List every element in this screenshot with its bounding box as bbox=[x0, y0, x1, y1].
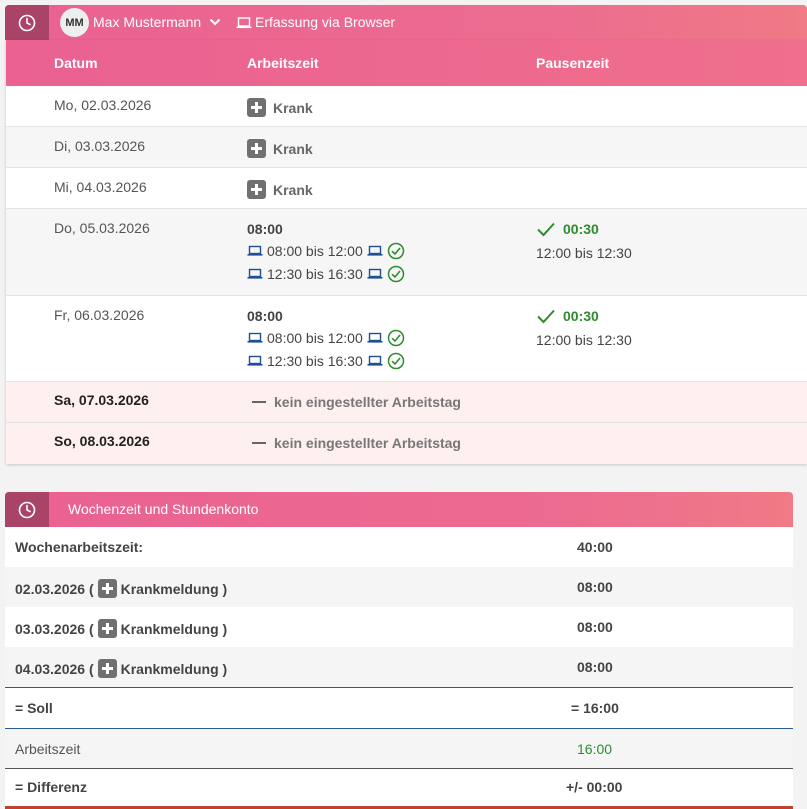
row-date: Fr, 06.03.2026 bbox=[54, 307, 145, 323]
sick-date: 02.03.2026 ( bbox=[15, 580, 94, 597]
laptop-icon bbox=[247, 332, 263, 343]
clock-icon[interactable] bbox=[5, 492, 49, 527]
worktime-label: Arbeitszeit bbox=[15, 741, 81, 757]
pause-total: 00:30 bbox=[563, 308, 599, 324]
row-date: Di, 03.03.2026 bbox=[54, 138, 146, 154]
interval-range: 08:00 bis 12:00 bbox=[267, 330, 363, 346]
table-row[interactable]: Sa, 07.03.2026 kein eingestellter Arbeit… bbox=[6, 382, 807, 423]
week-summary-card: Wochenzeit und Stundenkonto Wochenarbeit… bbox=[5, 492, 793, 809]
interval-range: 08:00 bis 12:00 bbox=[267, 243, 363, 259]
table-row[interactable]: Di, 03.03.2026 Krank bbox=[6, 127, 807, 168]
sick-value: 08:00 bbox=[577, 579, 613, 595]
summary-header: Wochenzeit und Stundenkonto bbox=[5, 492, 793, 527]
medical-cross-icon bbox=[247, 139, 266, 158]
sick-date: 04.03.2026 ( bbox=[15, 660, 94, 677]
worktime-total: 08:00 bbox=[247, 308, 283, 324]
sick-note-label: Krankmeldung ) bbox=[120, 580, 228, 597]
dash-icon bbox=[252, 442, 266, 444]
avatar[interactable]: MM bbox=[60, 8, 89, 37]
laptop-icon bbox=[247, 268, 263, 279]
worktime-total: 08:00 bbox=[247, 221, 283, 237]
summary-row-worktime: Arbeitszeit 16:00 bbox=[5, 729, 793, 769]
sick-value: 08:00 bbox=[577, 619, 613, 635]
medical-cross-icon bbox=[97, 659, 117, 678]
row-date: Do, 05.03.2026 bbox=[54, 220, 150, 236]
time-interval[interactable]: 08:00 bis 12:00 bbox=[247, 329, 405, 347]
time-interval[interactable]: 08:00 bis 12:00 bbox=[247, 242, 405, 260]
summary-row-soll: = Soll = 16:00 bbox=[5, 688, 793, 728]
pause-range: 12:00 bis 12:30 bbox=[536, 332, 632, 348]
laptop-icon bbox=[367, 332, 383, 343]
summary-row-sick: 02.03.2026 ( Krankmeldung ) 08:00 bbox=[5, 567, 793, 607]
row-date: So, 08.03.2026 bbox=[54, 433, 150, 449]
sick-note-label: Krankmeldung ) bbox=[120, 620, 228, 637]
laptop-icon bbox=[367, 355, 383, 366]
medical-cross-icon bbox=[247, 180, 266, 199]
table-row[interactable]: Do, 05.03.2026 08:00 08:00 bis 12:00 12:… bbox=[6, 209, 807, 296]
medical-cross-icon bbox=[247, 98, 266, 117]
check-icon bbox=[537, 309, 555, 324]
summary-row-diff: = Differenz +/- 00:00 bbox=[5, 769, 793, 807]
check-circle-icon bbox=[387, 352, 404, 370]
summary-row-sick: 03.03.2026 ( Krankmeldung ) 08:00 bbox=[5, 607, 793, 647]
summary-row-sick: 04.03.2026 ( Krankmeldung ) 08:00 bbox=[5, 647, 793, 687]
sick-label: Krank bbox=[273, 181, 313, 198]
check-circle-icon bbox=[387, 242, 404, 260]
check-circle-icon bbox=[387, 265, 404, 283]
diff-label: = Differenz bbox=[15, 779, 87, 795]
time-table: Datum Arbeitszeit Pausenzeit Mo, 02.03.2… bbox=[6, 40, 807, 464]
laptop-icon bbox=[367, 268, 383, 279]
sick-label: Krank bbox=[273, 99, 313, 116]
medical-cross-icon bbox=[97, 579, 117, 598]
sick-note-label: Krankmeldung ) bbox=[120, 660, 228, 677]
laptop-icon bbox=[236, 16, 252, 33]
sick-date: 03.03.2026 ( bbox=[15, 620, 94, 637]
week-hours-label: Wochenarbeitszeit: bbox=[15, 539, 144, 555]
pause-range: 12:00 bis 12:30 bbox=[536, 245, 632, 261]
laptop-icon bbox=[247, 355, 263, 366]
check-icon bbox=[537, 222, 555, 237]
row-date: Sa, 07.03.2026 bbox=[54, 392, 149, 408]
row-date: Mi, 04.03.2026 bbox=[54, 179, 147, 195]
interval-range: 12:30 bis 16:30 bbox=[267, 353, 363, 369]
table-row[interactable]: Mo, 02.03.2026 Krank bbox=[6, 86, 807, 127]
table-row[interactable]: Mi, 04.03.2026 Krank bbox=[6, 168, 807, 209]
summary-body: Wochenarbeitszeit: 40:00 02.03.2026 ( Kra… bbox=[5, 527, 793, 809]
sick-value: 08:00 bbox=[577, 659, 613, 675]
column-date: Datum bbox=[54, 55, 98, 71]
time-interval[interactable]: 12:30 bis 16:30 bbox=[247, 265, 405, 283]
chevron-down-icon[interactable] bbox=[209, 15, 221, 31]
laptop-icon bbox=[247, 245, 263, 256]
table-row[interactable]: So, 08.03.2026 kein eingestellter Arbeit… bbox=[6, 423, 807, 464]
top-bar: MM Max Mustermann Erfassung via Browser bbox=[5, 5, 807, 40]
row-date: Mo, 02.03.2026 bbox=[54, 97, 152, 113]
summary-row-week: Wochenarbeitszeit: 40:00 bbox=[5, 527, 793, 567]
table-header: Datum Arbeitszeit Pausenzeit bbox=[6, 40, 807, 86]
clock-icon[interactable] bbox=[5, 5, 49, 40]
dash-icon bbox=[252, 401, 266, 403]
check-circle-icon bbox=[387, 329, 404, 347]
table-row[interactable]: Fr, 06.03.2026 08:00 08:00 bis 12:00 12:… bbox=[6, 296, 807, 382]
laptop-icon bbox=[367, 245, 383, 256]
no-workday-label: kein eingestellter Arbeitstag bbox=[274, 394, 461, 410]
interval-range: 12:30 bis 16:30 bbox=[267, 266, 363, 282]
time-interval[interactable]: 12:30 bis 16:30 bbox=[247, 352, 405, 370]
soll-label: = Soll bbox=[15, 700, 53, 716]
soll-value: = 16:00 bbox=[571, 700, 619, 716]
sick-label: Krank bbox=[273, 140, 313, 157]
week-hours-value: 40:00 bbox=[577, 539, 613, 555]
column-worktime: Arbeitszeit bbox=[247, 55, 319, 71]
summary-title: Wochenzeit und Stundenkonto bbox=[68, 501, 259, 517]
worktime-value: 16:00 bbox=[577, 741, 613, 757]
pause-total: 00:30 bbox=[563, 221, 599, 237]
no-workday-label: kein eingestellter Arbeitstag bbox=[274, 435, 461, 451]
column-breaktime: Pausenzeit bbox=[536, 55, 610, 71]
diff-value: +/- 00:00 bbox=[566, 779, 623, 795]
medical-cross-icon bbox=[97, 619, 117, 638]
user-name[interactable]: Max Mustermann bbox=[93, 14, 201, 30]
capture-mode-label: Erfassung via Browser bbox=[255, 14, 396, 30]
